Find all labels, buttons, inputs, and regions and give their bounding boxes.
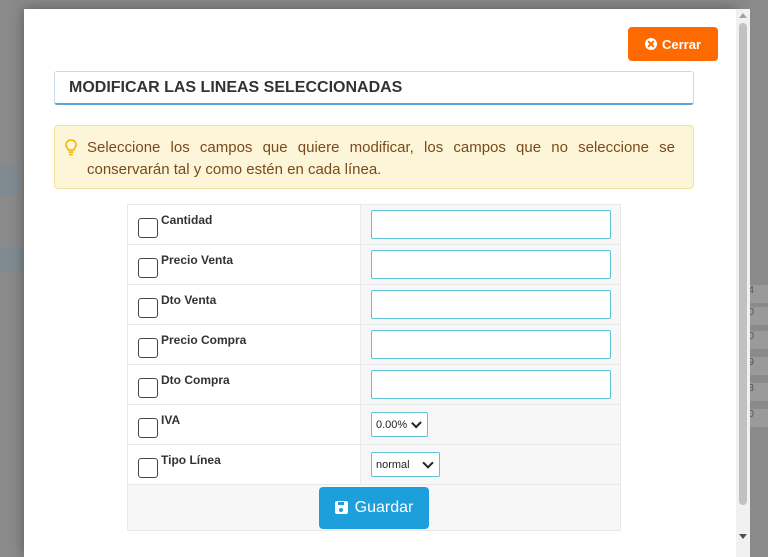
scrollbar-thumb[interactable] (739, 23, 747, 505)
input-precio-compra[interactable] (371, 330, 611, 359)
field-row-precio-compra: Precio Compra (127, 324, 621, 365)
label-cantidad: Cantidad (161, 212, 213, 227)
label-precio-compra: Precio Compra (161, 332, 247, 347)
label-dto-venta: Dto Venta (161, 292, 217, 307)
checkbox-tipo-linea[interactable] (138, 457, 158, 478)
checkbox-precio-venta[interactable] (138, 257, 158, 278)
close-button-label: Cerrar (661, 36, 702, 52)
scroll-up-arrow-icon[interactable] (739, 13, 747, 18)
save-button[interactable]: Guardar (319, 486, 429, 529)
background-toolbar (0, 165, 20, 195)
input-cantidad[interactable] (371, 210, 611, 239)
modal-scrollbar[interactable] (736, 9, 750, 557)
chevron-down-icon (422, 457, 434, 469)
select-tipo-linea-value: normal (376, 458, 410, 471)
alert-text: Seleccione los campos que quiere modific… (87, 139, 675, 178)
floppy-disk-icon (334, 501, 348, 514)
label-precio-venta: Precio Venta (161, 252, 234, 267)
input-dto-venta[interactable] (371, 290, 611, 319)
checkbox-precio-compra[interactable] (138, 337, 158, 358)
modify-lines-modal: Cerrar MODIFICAR LAS LINEAS SELECCIONADA… (24, 9, 736, 557)
field-row-dto-venta: Dto Venta (127, 284, 621, 325)
close-button[interactable]: Cerrar (628, 27, 718, 61)
save-button-label: Guardar (354, 498, 414, 516)
field-row-iva: IVA 0.00% (127, 404, 621, 445)
save-row: Guardar (127, 484, 621, 531)
modal-title-text: MODIFICAR LAS LINEAS SELECCIONADAS (69, 78, 403, 96)
field-row-dto-compra: Dto Compra (127, 364, 621, 405)
field-row-tipo-linea: Tipo Línea normal (127, 444, 621, 485)
input-precio-venta[interactable] (371, 250, 611, 279)
select-iva[interactable]: 0.00% (371, 412, 428, 437)
input-dto-compra[interactable] (371, 370, 611, 399)
chevron-down-icon (411, 417, 422, 429)
info-alert: Seleccione los campos que quiere modific… (54, 125, 694, 189)
field-row-precio-venta: Precio Venta (127, 244, 621, 285)
label-iva: IVA (161, 412, 181, 427)
checkbox-dto-compra[interactable] (138, 377, 158, 398)
modal-title: MODIFICAR LAS LINEAS SELECCIONADAS (54, 71, 694, 105)
label-dto-compra: Dto Compra (161, 372, 230, 387)
select-tipo-linea[interactable]: normal (371, 452, 440, 477)
label-tipo-linea: Tipo Línea (161, 452, 221, 467)
scroll-down-arrow-icon[interactable] (739, 534, 747, 539)
background-header (0, 248, 24, 272)
checkbox-iva[interactable] (138, 417, 158, 438)
close-circle-icon (644, 38, 657, 50)
lightbulb-icon (65, 139, 77, 156)
select-iva-value: 0.00% (376, 418, 408, 431)
checkbox-cantidad[interactable] (138, 217, 158, 238)
checkbox-dto-venta[interactable] (138, 297, 158, 318)
field-row-cantidad: Cantidad (127, 204, 621, 245)
fields-table: Cantidad Precio Venta Dto Venta Precio C… (127, 204, 621, 531)
